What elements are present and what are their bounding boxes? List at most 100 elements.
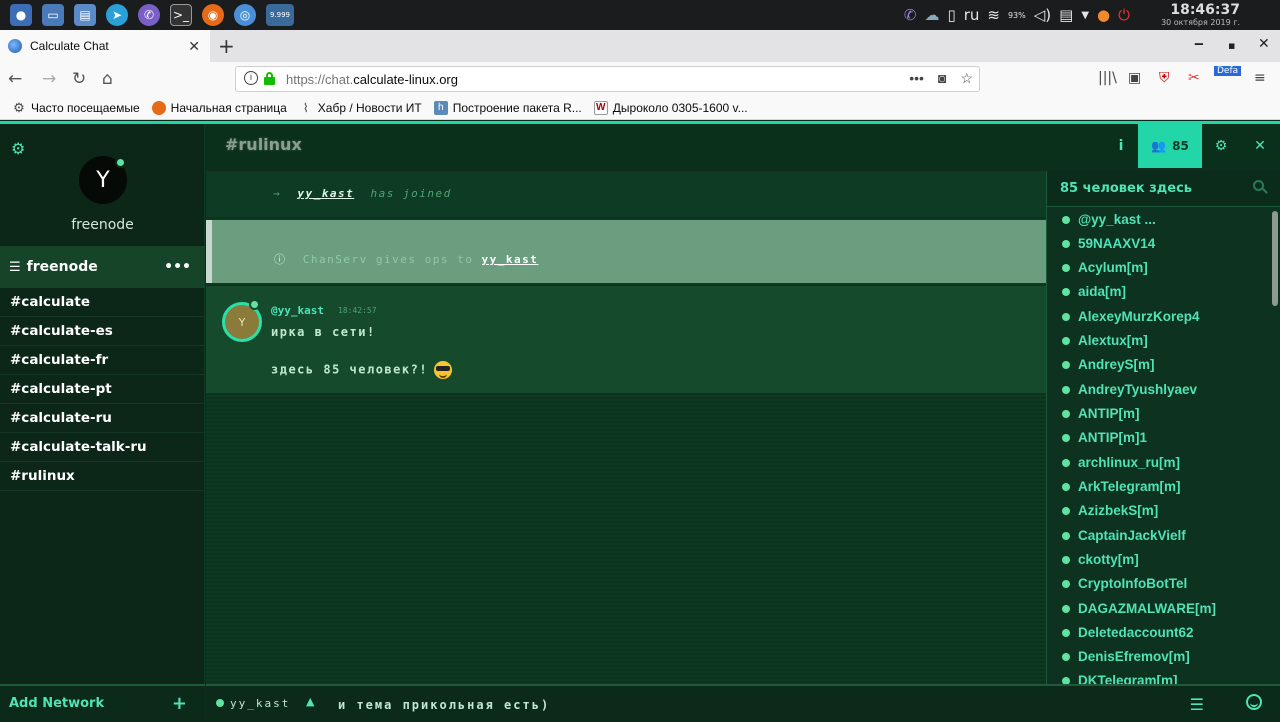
battery-indicator[interactable]: 93% [1008,11,1026,20]
tray-expand-icon[interactable]: ▼ [1081,10,1089,21]
channel-settings-gear-icon[interactable]: ⚙ [1202,124,1240,168]
telegram-icon[interactable]: ➤ [106,4,128,26]
user-list-item[interactable]: DAGAZMALWARE[m] [1062,601,1216,616]
viber-tray-icon[interactable]: ✆ [904,6,917,24]
current-nick[interactable]: yy_kast [216,697,290,710]
channel-item-calculate-ru[interactable]: #calculate-ru [0,404,205,433]
network-header[interactable]: ☰ freenode ••• [0,246,205,288]
clock[interactable]: 18:46:37 30 октября 2019 г. [1161,2,1240,27]
user-list-item[interactable]: Deletedaccount62 [1062,625,1194,640]
user-list-toggle-button[interactable]: 👥 85 [1138,124,1202,168]
bookmark-package[interactable]: h Построение пакета R... [433,100,582,115]
keyboard-layout[interactable]: ru [964,6,980,24]
ublock-icon[interactable]: ⛨ [1159,70,1170,86]
user-list-item[interactable]: AlexeyMurzKorep4 [1062,309,1200,324]
bookmark-habr[interactable]: ⌇ Хабр / Новости ИТ [299,101,422,115]
user-nick: AndreyS[m] [1078,357,1155,372]
channel-item-rulinux[interactable]: #rulinux [0,462,205,491]
sidebar-toggle-icon[interactable]: ▣ [1128,70,1141,86]
mode-target[interactable]: yy_kast [481,253,538,266]
desktop-icon[interactable]: ▭ [42,4,64,26]
minimize-button[interactable]: ‒ [1194,36,1204,52]
extension-badge[interactable]: Defa [1214,66,1242,76]
user-list-item[interactable]: ckotty[m] [1062,552,1139,567]
user-list-item[interactable]: @yy_kast ... [1062,212,1156,227]
user-list-item[interactable]: ANTIP[m] [1062,406,1140,421]
lock-screen-icon[interactable]: ● [1097,6,1110,24]
nick-menu-chevron-up-icon[interactable]: ▲ [306,695,314,708]
pocket-icon[interactable]: ◙ [938,70,946,87]
users-icon: 👥 [1151,139,1167,153]
close-tab-icon[interactable]: ✕ [188,38,200,55]
user-list-item[interactable]: AndreyS[m] [1062,357,1155,372]
settings-gear-icon[interactable]: ⚙ [11,139,25,158]
user-list-scrollbar[interactable] [1272,211,1278,306]
back-icon[interactable]: ← [8,69,22,89]
channel-info-icon[interactable]: i [1102,124,1140,168]
mode-actor[interactable]: ChanServ [303,253,368,266]
wifi-icon[interactable]: ≋ [987,6,1000,24]
network-options-icon[interactable]: ••• [164,259,191,275]
network-header-label: freenode [26,259,98,275]
forward-icon[interactable]: → [42,69,56,89]
emoji-picker-icon[interactable] [1246,694,1262,710]
online-status-dot [115,157,126,168]
tab-calculate-chat[interactable]: Calculate Chat ✕ [0,30,210,62]
user-list-item[interactable]: Alextux[m] [1062,333,1148,348]
user-list-item[interactable]: CryptoInfoBotTel [1062,576,1187,591]
channel-item-calculate-es[interactable]: #calculate-es [0,317,205,346]
bookmark-star-icon[interactable]: ☆ [960,70,973,87]
user-list-item[interactable]: DKTelegram[m] [1062,673,1178,684]
home-icon[interactable]: ⌂ [102,69,113,89]
power-icon[interactable]: ⏻ [1118,6,1130,24]
search-icon[interactable] [1253,180,1268,194]
page-actions-icon[interactable]: ••• [909,70,924,87]
user-list-item[interactable]: CaptainJackVielf [1062,528,1186,543]
files-icon[interactable]: ▤ [74,4,96,26]
bookmark-hole-punch[interactable]: W Дыроколо 0305-1600 v... [593,100,748,115]
chromium-icon[interactable]: ◎ [234,4,256,26]
bookmark-start-page[interactable]: Начальная страница [151,100,287,115]
user-list-item[interactable]: ArkTelegram[m] [1062,479,1181,494]
firefox-icon[interactable]: ◉ [202,4,224,26]
user-list-item[interactable]: DenisEfremov[m] [1062,649,1190,664]
volume-icon[interactable]: ◁) [1034,6,1051,24]
close-window-button[interactable]: ✕ [1258,36,1270,52]
channel-item-calculate[interactable]: #calculate [0,288,205,317]
address-bar[interactable]: i https://chat. calculate-linux.org ••• … [235,66,980,92]
add-network-button[interactable]: Add Network + [0,684,205,722]
channel-item-calculate-pt[interactable]: #calculate-pt [0,375,205,404]
menu-icon[interactable]: ≡ [1254,70,1266,86]
terminal-icon[interactable]: >_ [170,4,192,26]
weather-tray-icon[interactable]: ☁ [924,6,939,24]
new-tab-button[interactable]: + [218,34,235,58]
maximize-button[interactable]: ▪ [1228,39,1235,52]
user-nick: Deletedaccount62 [1078,625,1194,640]
indicator-icon[interactable]: 9.999 [266,4,294,26]
clipboard-tray-icon[interactable]: ▯ [947,6,955,24]
notes-tray-icon[interactable]: ▤ [1059,6,1073,24]
message-nick[interactable]: @yy_kast [271,304,324,317]
site-info-icon[interactable]: i [244,71,258,85]
online-dot-icon [1062,386,1070,395]
secure-lock-icon[interactable] [264,72,275,85]
close-channel-icon[interactable]: ✕ [1241,124,1279,168]
user-list-item[interactable]: AzizbekS[m] [1062,503,1158,518]
user-list-item[interactable]: aida[m] [1062,284,1126,299]
reload-icon[interactable]: ↻ [72,69,86,89]
message-input[interactable] [338,694,1038,716]
tools-icon[interactable]: ✂ [1188,70,1200,86]
library-icon[interactable]: |||\ [1098,70,1117,86]
user-list-item[interactable]: 59NAAXV14 [1062,236,1155,251]
bookmark-most-visited[interactable]: ⚙ Часто посещаемые [12,100,139,115]
user-list-item[interactable]: AndreyTyushlyaev [1062,382,1197,397]
channel-item-calculate-fr[interactable]: #calculate-fr [0,346,205,375]
channel-item-calculate-talk-ru[interactable]: #calculate-talk-ru [0,433,205,462]
tools-menu-icon[interactable]: ☰ [1190,695,1204,714]
user-list-item[interactable]: archlinux_ru[m] [1062,455,1180,470]
join-user[interactable]: yy_kast [297,187,354,200]
viber-icon[interactable]: ✆ [138,4,160,26]
user-list-item[interactable]: ANTIP[m]1 [1062,430,1147,445]
user-list-item[interactable]: Acylum[m] [1062,260,1148,275]
app-launcher-icon[interactable]: ● [10,4,32,26]
